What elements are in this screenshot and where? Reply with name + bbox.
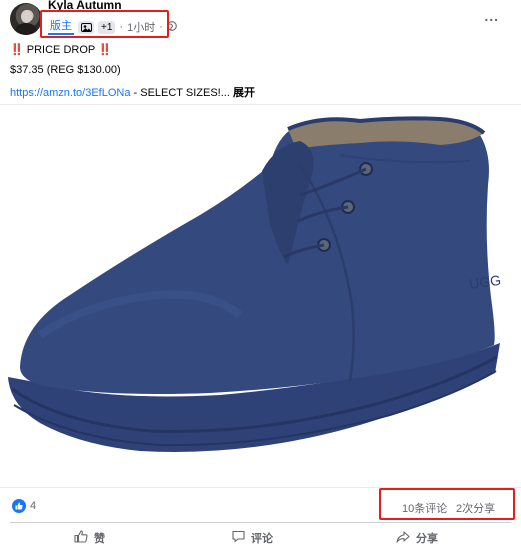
like-label: 赞 bbox=[94, 533, 105, 545]
expand-text-button[interactable]: 展开 bbox=[233, 87, 255, 99]
double-exclamation-icon-2: ‼️ bbox=[98, 44, 112, 56]
post-text-line-1: ‼️ PRICE DROP ‼️ bbox=[10, 43, 112, 56]
share-arrow-icon bbox=[396, 530, 410, 546]
comment-label: 评论 bbox=[251, 533, 273, 545]
divider bbox=[10, 522, 511, 523]
like-reaction-icon[interactable] bbox=[12, 499, 26, 513]
price-drop-text: PRICE DROP bbox=[26, 44, 96, 56]
boot-illustration: UGG bbox=[8, 116, 502, 452]
product-link[interactable]: https://amzn.to/3EfLONa bbox=[10, 87, 130, 99]
comment-bubble-icon bbox=[232, 530, 245, 546]
thumbs-up-icon bbox=[74, 530, 88, 546]
post-card: Kyla Autumn 版主 +1 · 1小时 · ... ‼️ PRICE D… bbox=[0, 0, 521, 556]
avatar-face bbox=[21, 10, 32, 23]
header-highlight-box bbox=[40, 10, 169, 38]
avatar-body bbox=[15, 23, 37, 35]
post-text-rest: - SELECT SIZES!... bbox=[130, 87, 230, 99]
like-count[interactable]: 4 bbox=[30, 500, 36, 512]
double-exclamation-icon: ‼️ bbox=[10, 44, 24, 56]
post-photo[interactable]: UGG bbox=[0, 104, 521, 488]
share-button[interactable]: 分享 bbox=[396, 528, 438, 548]
like-button[interactable]: 赞 bbox=[74, 528, 105, 548]
comment-count[interactable]: 10条评论 bbox=[402, 500, 447, 516]
avatar[interactable] bbox=[10, 3, 42, 35]
post-text-line-3: https://amzn.to/3EfLONa - SELECT SIZES!.… bbox=[10, 84, 255, 100]
post-text-line-2: $37.35 (REG $130.00) bbox=[10, 64, 121, 76]
share-count[interactable]: 2次分享 bbox=[456, 500, 495, 516]
svg-text:UGG: UGG bbox=[468, 272, 502, 292]
more-options-icon[interactable]: ... bbox=[484, 8, 499, 24]
share-label: 分享 bbox=[416, 533, 438, 545]
comment-button[interactable]: 评论 bbox=[232, 528, 273, 548]
